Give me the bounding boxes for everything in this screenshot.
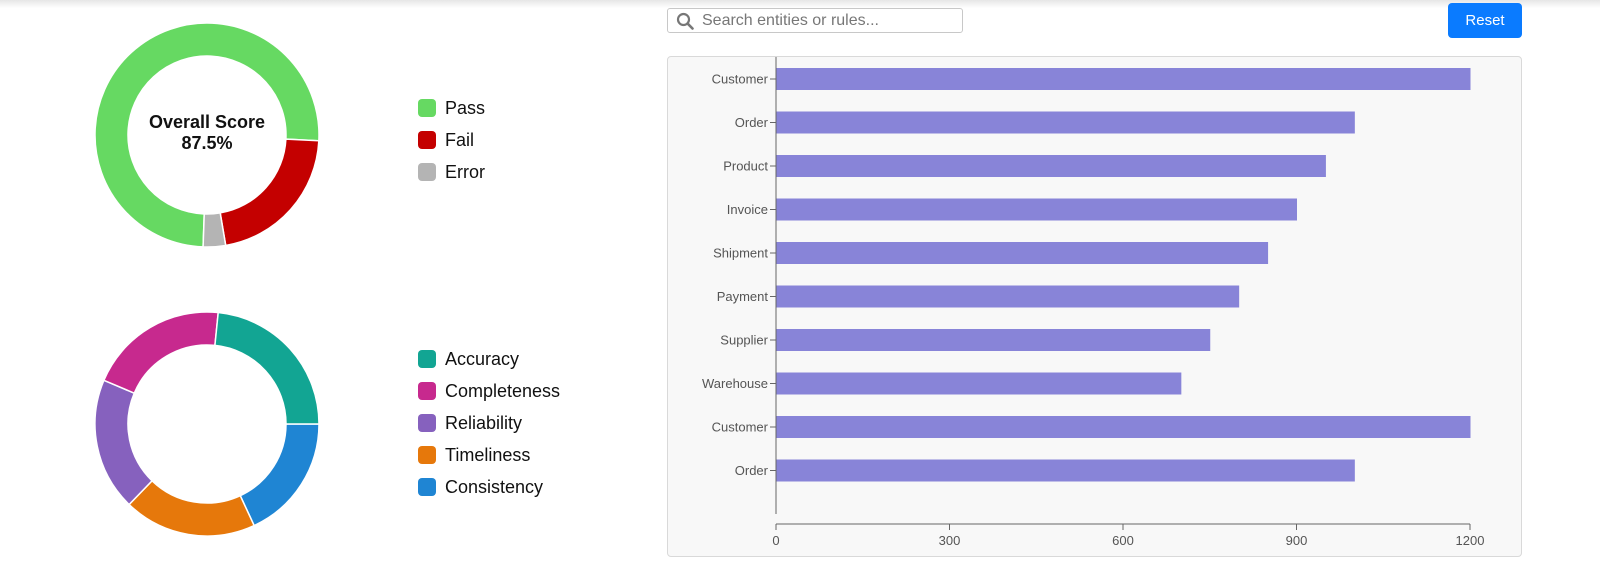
overall-score-value: 87.5% (181, 133, 233, 153)
legend-label-error: Error (445, 161, 485, 182)
dimension-slice-accuracy (214, 311, 320, 425)
consistency-swatch (418, 478, 436, 496)
dimensions-donut (94, 311, 320, 537)
y-tick-label: Payment (717, 289, 769, 304)
legend-label-fail: Fail (445, 129, 475, 150)
bar-order-9[interactable] (776, 459, 1355, 482)
legend-item-reliability: Reliability (418, 407, 560, 439)
y-tick-label: Invoice (727, 202, 768, 217)
legend-label-pass: Pass (445, 97, 486, 118)
legend-item-error: Error (418, 156, 485, 188)
timeliness-swatch (418, 446, 436, 464)
legend-label-consistency: Consistency (445, 476, 544, 497)
bar-payment-5[interactable] (776, 285, 1240, 308)
bar-supplier-6[interactable] (776, 329, 1211, 351)
dimension-slice-reliability (94, 379, 154, 506)
y-tick-label: Customer (712, 420, 769, 435)
legend-item-completeness: Completeness (418, 375, 560, 407)
bar-order-1[interactable] (776, 111, 1355, 134)
y-tick-label: Order (735, 463, 769, 478)
dimensions-legend: Accuracy Completeness Reliability Timeli… (418, 343, 560, 503)
y-tick-label: Supplier (720, 333, 768, 348)
legend-label-reliability: Reliability (445, 412, 523, 433)
reliability-swatch (418, 414, 436, 432)
score-slice-fail (219, 138, 320, 247)
legend-item-accuracy: Accuracy (418, 343, 560, 375)
bar-shipment-4[interactable] (776, 242, 1269, 264)
pass-swatch (418, 99, 436, 117)
fail-swatch (418, 131, 436, 149)
top-shadow (0, 0, 1600, 8)
bar-warehouse-7[interactable] (776, 372, 1182, 395)
accuracy-swatch (418, 350, 436, 368)
x-tick-label: 600 (1112, 533, 1134, 548)
y-tick-label: Customer (712, 72, 769, 87)
y-tick-label: Order (735, 115, 769, 130)
x-tick-label: 1200 (1456, 533, 1485, 548)
search-icon (676, 12, 694, 30)
x-tick-label: 300 (939, 533, 961, 548)
overall-score-title: Overall Score (148, 112, 266, 132)
bar-chart-panel: Customer Order Product Invoice Shipment Payme… (667, 56, 1522, 557)
legend-label-accuracy: Accuracy (445, 348, 520, 369)
entity-bar-chart: Customer Order Product Invoice Shipment Payme… (702, 57, 1485, 548)
legend-label-completeness: Completeness (445, 380, 561, 401)
dimension-slice-timeliness (128, 479, 256, 537)
bar-invoice-3[interactable] (776, 198, 1298, 221)
search-box[interactable] (667, 8, 963, 33)
legend-item-consistency: Consistency (418, 471, 560, 503)
search-input[interactable] (702, 11, 952, 30)
legend-item-fail: Fail (418, 124, 485, 156)
y-tick-label: Shipment (713, 246, 768, 261)
y-tick-label: Warehouse (702, 376, 768, 391)
dimension-slice-consistency (239, 423, 320, 527)
dimension-slice-completeness (102, 311, 220, 395)
legend-label-timeliness: Timeliness (445, 444, 531, 465)
x-tick-label: 900 (1286, 533, 1308, 548)
legend-item-pass: Pass (418, 92, 485, 124)
reset-button[interactable]: Reset (1448, 3, 1522, 38)
score-legend: Pass Fail Error (418, 92, 485, 188)
bar-customer-8[interactable] (776, 416, 1471, 438)
legend-item-timeliness: Timeliness (418, 439, 560, 471)
y-tick-label: Product (723, 159, 768, 174)
error-swatch (418, 163, 436, 181)
completeness-swatch (418, 382, 436, 400)
overall-score-label: Overall Score 87.5% (94, 112, 320, 154)
bar-customer-0[interactable] (776, 68, 1471, 90)
x-tick-label: 0 (772, 533, 779, 548)
bar-product-2[interactable] (776, 155, 1326, 177)
